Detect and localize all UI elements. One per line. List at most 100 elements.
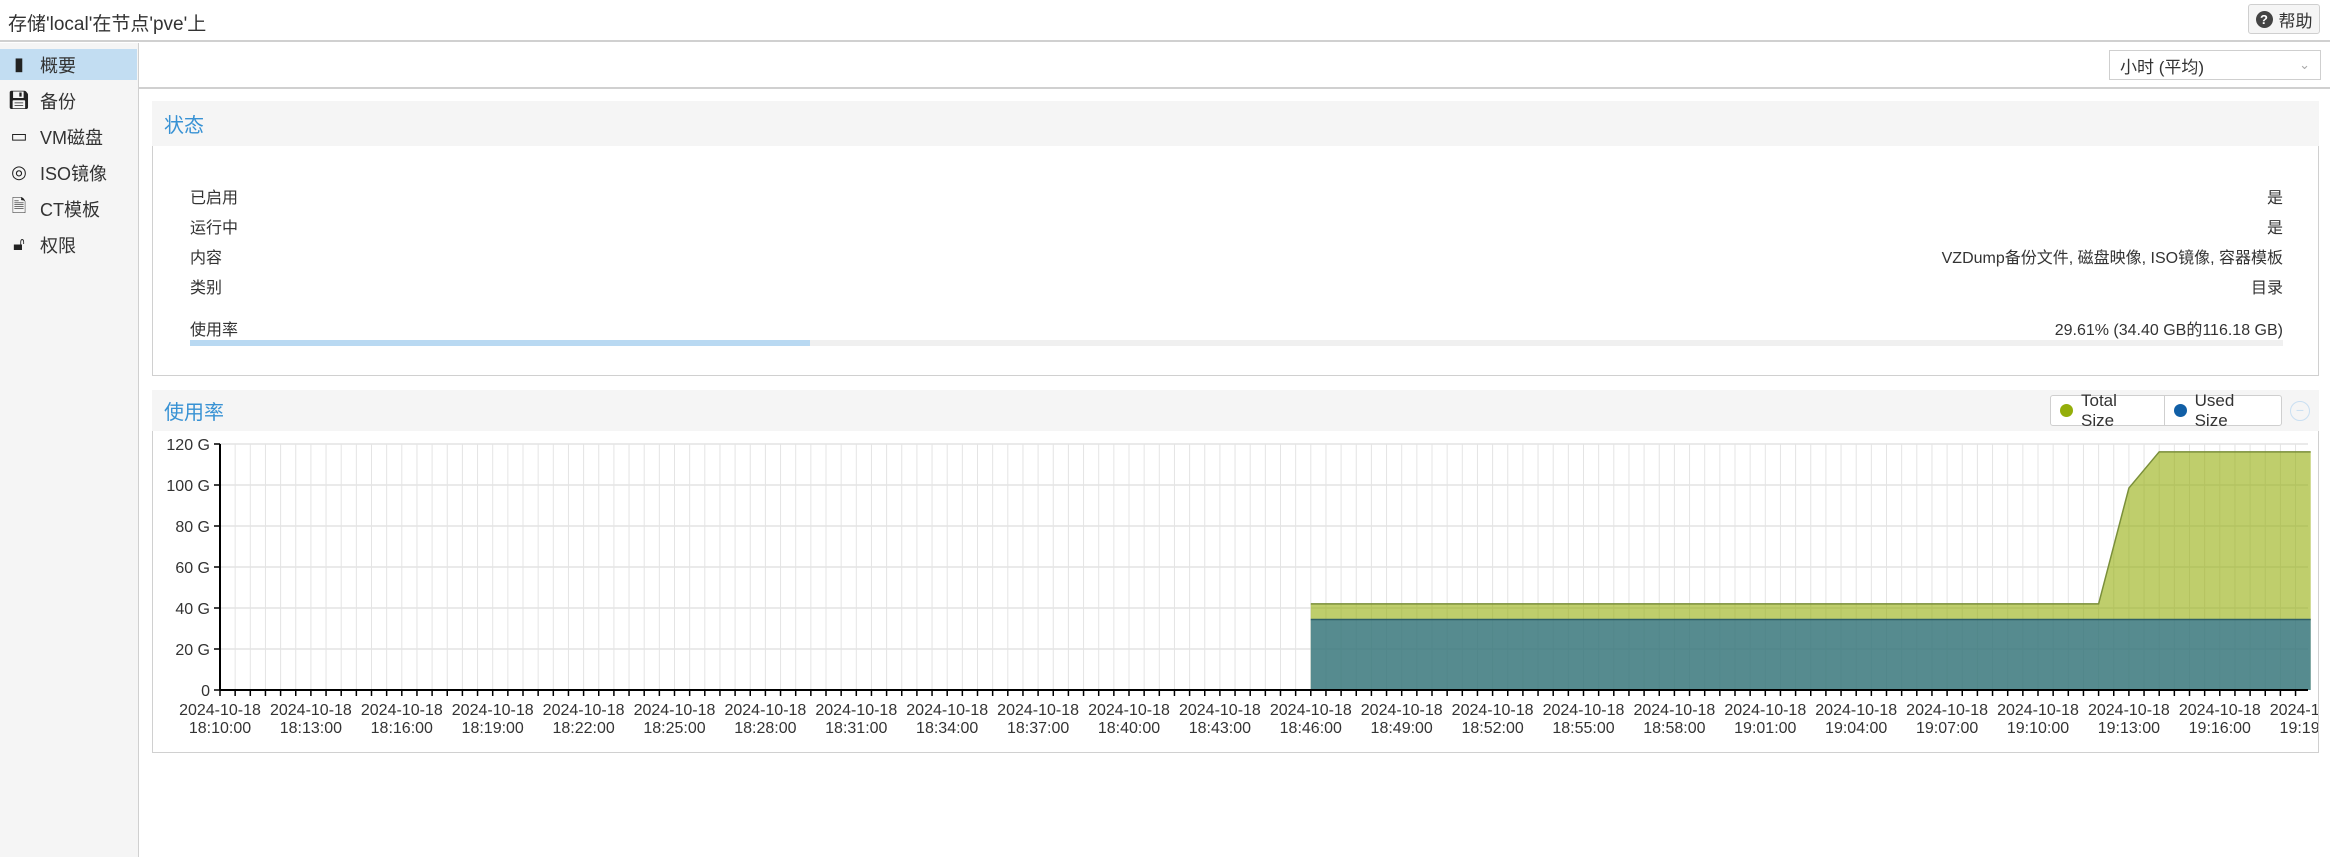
x-tick-label-date: 2024-10-18 <box>543 702 625 719</box>
legend-label: Total Size <box>2080 390 2117 430</box>
legend-label: Used Size <box>2194 390 2235 430</box>
y-tick-label: 60 G <box>175 560 210 577</box>
chart-legend: Total Size Used Size <box>2050 391 2282 430</box>
x-tick-label-date: 2024-10-18 <box>1633 702 1715 719</box>
active-value: 是 <box>2266 220 2283 237</box>
timeframe-value: 小时 (平均) <box>2120 57 2205 77</box>
sidebar-item-backup[interactable]: 💾︎ 备份 <box>0 85 137 116</box>
x-tick-label-date: 2024-10-18 <box>1543 702 1625 719</box>
x-tick-label-time: 19:16:00 <box>2189 720 2251 737</box>
x-tick-label-time: 18:55:00 <box>1552 720 1614 737</box>
sidebar-item-iso-images[interactable]: ◎ ISO镜像 <box>0 157 137 188</box>
x-tick-label-time: 19:04:00 <box>1825 720 1887 737</box>
toolbar <box>139 43 2330 89</box>
usage-value: 29.61% (34.40 GB的116.18 GB) <box>2054 322 2283 339</box>
y-tick-label: 80 G <box>175 519 210 536</box>
x-tick-label-date: 2024-10-18 <box>1724 702 1806 719</box>
content-label: 内容 <box>190 250 223 267</box>
type-value: 目录 <box>2250 280 2283 297</box>
x-tick-label-time: 18:46:00 <box>1280 720 1342 737</box>
x-tick-label-date: 2024-10-18 <box>361 702 443 719</box>
x-tick-label-time: 18:28:00 <box>734 720 796 737</box>
x-tick-label-date: 2024-10-18 <box>815 702 897 719</box>
y-tick-label: 100 G <box>166 478 210 495</box>
top-bar: 存储'local'在节点'pve'上 ? 帮助 <box>0 0 2330 42</box>
x-tick-label-time: 18:31:00 <box>825 720 887 737</box>
y-tick-label: 120 G <box>166 437 210 454</box>
sidebar-item-label: CT模板 <box>40 199 100 220</box>
x-tick-label-time: 18:19:00 <box>462 720 524 737</box>
x-tick-label-date: 2024-10-18 <box>452 702 534 719</box>
x-tick-label-date: 2024-10-18 <box>1815 702 1897 719</box>
sidebar-item-summary[interactable]: ▮ 概要 <box>0 49 137 80</box>
x-tick-label-date: 2024-10-18 <box>1179 702 1261 719</box>
y-tick-label: 40 G <box>175 601 210 618</box>
x-tick-label-time: 18:43:00 <box>1189 720 1251 737</box>
x-tick-label-time: 18:58:00 <box>1643 720 1705 737</box>
type-label: 类别 <box>190 280 223 297</box>
x-tick-label-time: 18:34:00 <box>916 720 978 737</box>
question-icon: ? <box>2255 10 2273 28</box>
x-tick-label-date: 2024-10-18 <box>724 702 806 719</box>
sidebar-item-vm-disks[interactable]: ▭ VM磁盘 <box>0 121 137 152</box>
sidebar-item-label: 概要 <box>40 55 76 76</box>
x-tick-label-time: 18:16:00 <box>371 720 433 737</box>
page-title: 存储'local'在节点'pve'上 <box>8 14 207 35</box>
x-tick-label-date: 2024-10-18 <box>179 702 261 719</box>
usage-panel-title: 使用率 <box>164 402 224 424</box>
help-button[interactable]: ? 帮助 <box>2248 4 2320 34</box>
sidebar-item-label: 权限 <box>40 235 76 256</box>
sidebar-item-permissions[interactable]: 🔓︎ 权限 <box>0 229 137 260</box>
enabled-value: 是 <box>2266 190 2283 207</box>
x-tick-label-date: 2024-10-18 <box>2270 702 2318 719</box>
sidebar-item-label: ISO镜像 <box>40 163 108 184</box>
x-tick-label-time: 18:25:00 <box>643 720 705 737</box>
legend-used-size[interactable]: Used Size <box>2165 391 2281 430</box>
legend-dot-icon <box>2173 404 2187 417</box>
x-tick-label-time: 18:40:00 <box>1098 720 1160 737</box>
x-tick-label-date: 2024-10-18 <box>1361 702 1443 719</box>
hdd-icon: ▭ <box>10 126 28 146</box>
series-area-used-size <box>1310 619 2311 690</box>
content-value: VZDump备份文件, 磁盘映像, ISO镜像, 容器模板 <box>1941 250 2283 267</box>
x-tick-label-date: 2024-10-18 <box>906 702 988 719</box>
disc-icon: ◎ <box>11 162 27 182</box>
status-panel-title: 状态 <box>164 115 204 137</box>
collapse-icon[interactable]: − <box>2290 401 2310 421</box>
x-tick-label-time: 18:37:00 <box>1007 720 1069 737</box>
file-cube-icon: 🗎︎ <box>11 195 27 216</box>
usage-label: 使用率 <box>190 322 239 339</box>
x-tick-label-time: 19:07:00 <box>1916 720 1978 737</box>
x-tick-label-time: 19:19:00 <box>2280 720 2318 737</box>
x-tick-label-date: 2024-10-18 <box>1906 702 1988 719</box>
active-label: 运行中 <box>190 220 239 237</box>
floppy-icon: 💾︎ <box>7 90 31 110</box>
y-tick-label: 20 G <box>175 642 210 659</box>
x-tick-label-date: 2024-10-18 <box>997 702 1079 719</box>
x-tick-label-time: 18:22:00 <box>552 720 614 737</box>
x-tick-label-time: 18:52:00 <box>1461 720 1523 737</box>
usage-progress-bar <box>190 340 2283 346</box>
usage-chart: 020 G40 G60 G80 G100 G120 G2024-10-1818:… <box>166 437 2318 737</box>
chevron-down-icon: ⌄ <box>2299 57 2310 72</box>
legend-total-size[interactable]: Total Size <box>2051 391 2165 430</box>
usage-progress-fill <box>190 340 810 346</box>
usage-panel-header: 使用率 <box>152 390 2319 431</box>
x-tick-label-date: 2024-10-18 <box>1270 702 1352 719</box>
x-tick-label-date: 2024-10-18 <box>2179 702 2261 719</box>
sidebar: ▮ 概要 💾︎ 备份 ▭ VM磁盘 ◎ ISO镜像 🗎︎ CT模板 🔓︎ 权限 <box>0 43 139 857</box>
enabled-label: 已启用 <box>190 190 239 207</box>
x-tick-label-time: 18:49:00 <box>1371 720 1433 737</box>
y-tick-label: 0 <box>201 683 210 700</box>
sidebar-item-label: 备份 <box>40 91 76 112</box>
x-tick-label-time: 19:10:00 <box>2007 720 2069 737</box>
x-tick-label-date: 2024-10-18 <box>1452 702 1534 719</box>
x-tick-label-date: 2024-10-18 <box>634 702 716 719</box>
x-tick-label-date: 2024-10-18 <box>1088 702 1170 719</box>
sidebar-item-ct-templates[interactable]: 🗎︎ CT模板 <box>0 193 137 224</box>
sidebar-item-label: VM磁盘 <box>40 127 103 148</box>
help-label: 帮助 <box>2278 11 2313 31</box>
timeframe-select[interactable]: 小时 (平均) ⌄ <box>2109 50 2321 80</box>
x-tick-label-time: 18:10:00 <box>189 720 251 737</box>
x-tick-label-date: 2024-10-18 <box>270 702 352 719</box>
